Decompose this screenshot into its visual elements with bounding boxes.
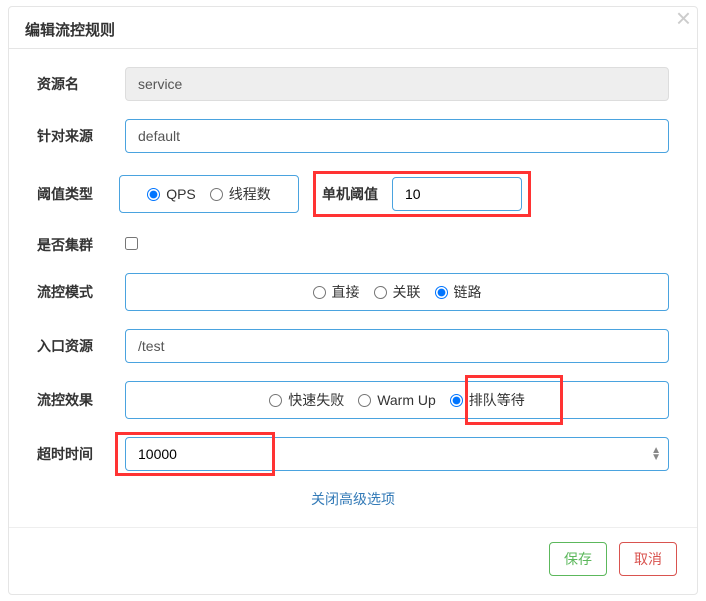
- radio-threads-label: 线程数: [229, 184, 271, 204]
- modal-title: 编辑流控规则: [25, 19, 681, 40]
- radio-queue-label: 排队等待: [469, 390, 525, 410]
- cancel-button[interactable]: 取消: [619, 542, 677, 576]
- label-resource-name: 资源名: [37, 74, 119, 94]
- radio-qps[interactable]: QPS: [147, 186, 196, 202]
- row-limit-app: 针对来源: [37, 119, 669, 153]
- label-timeout: 超时时间: [37, 444, 119, 464]
- label-limit-app: 针对来源: [37, 126, 119, 146]
- modal-footer: 保存 取消: [9, 527, 697, 594]
- modal-header: 编辑流控规则: [9, 7, 697, 49]
- radio-threads[interactable]: 线程数: [210, 184, 271, 204]
- entry-resource-input[interactable]: [125, 329, 669, 363]
- radio-qps-input[interactable]: [147, 188, 160, 201]
- radio-queue[interactable]: 排队等待: [450, 390, 525, 410]
- label-threshold-value: 单机阈值: [322, 184, 378, 204]
- threshold-value-input[interactable]: [392, 177, 522, 211]
- row-control-effect: 流控效果 快速失败 Warm Up 排队等待: [37, 381, 669, 419]
- threshold-value-highlight: 单机阈值: [313, 171, 531, 217]
- label-control-mode: 流控模式: [37, 282, 119, 302]
- radio-chain-label: 链路: [454, 282, 482, 302]
- control-mode-group: 直接 关联 链路: [125, 273, 669, 311]
- radio-chain-input[interactable]: [435, 286, 448, 299]
- radio-qps-label: QPS: [166, 186, 196, 202]
- flow-rule-modal: × 编辑流控规则 资源名 service 针对来源 阈值类型 QPS: [8, 6, 698, 595]
- timeout-input[interactable]: [125, 437, 669, 471]
- radio-relate-label: 关联: [393, 282, 421, 302]
- label-entry-resource: 入口资源: [37, 336, 119, 356]
- control-effect-group: 快速失败 Warm Up 排队等待: [125, 381, 669, 419]
- radio-warm-up-label: Warm Up: [377, 392, 436, 408]
- row-entry-resource: 入口资源: [37, 329, 669, 363]
- label-cluster: 是否集群: [37, 235, 119, 255]
- radio-queue-input[interactable]: [450, 394, 463, 407]
- label-control-effect: 流控效果: [37, 390, 119, 410]
- save-button[interactable]: 保存: [549, 542, 607, 576]
- radio-warm-up[interactable]: Warm Up: [358, 392, 436, 408]
- radio-fast-fail[interactable]: 快速失败: [269, 390, 344, 410]
- threshold-type-group: QPS 线程数: [119, 175, 299, 213]
- radio-threads-input[interactable]: [210, 188, 223, 201]
- radio-direct[interactable]: 直接: [313, 282, 360, 302]
- row-control-mode: 流控模式 直接 关联 链路: [37, 273, 669, 311]
- resource-name-display: service: [125, 67, 669, 101]
- collapse-advanced-link[interactable]: 关闭高级选项: [37, 489, 669, 509]
- row-threshold: 阈值类型 QPS 线程数 单机阈值: [37, 171, 669, 217]
- row-resource-name: 资源名 service: [37, 67, 669, 101]
- radio-fast-fail-input[interactable]: [269, 394, 282, 407]
- limit-app-input[interactable]: [125, 119, 669, 153]
- radio-relate-input[interactable]: [374, 286, 387, 299]
- radio-direct-input[interactable]: [313, 286, 326, 299]
- radio-warm-up-input[interactable]: [358, 394, 371, 407]
- label-threshold-type: 阈值类型: [37, 184, 119, 204]
- row-cluster: 是否集群: [37, 235, 669, 255]
- radio-direct-label: 直接: [332, 282, 360, 302]
- row-timeout: 超时时间 ▲▼: [37, 437, 669, 471]
- cluster-checkbox[interactable]: [125, 237, 138, 250]
- radio-fast-fail-label: 快速失败: [288, 390, 344, 410]
- radio-chain[interactable]: 链路: [435, 282, 482, 302]
- modal-body: 资源名 service 针对来源 阈值类型 QPS: [9, 49, 697, 527]
- radio-relate[interactable]: 关联: [374, 282, 421, 302]
